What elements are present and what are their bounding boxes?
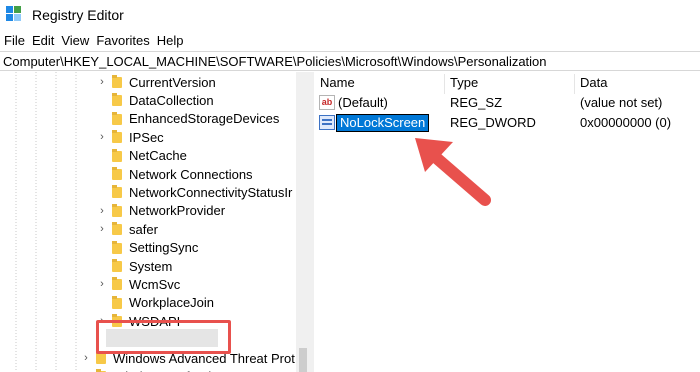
chevron-right-icon[interactable]: › <box>97 220 107 238</box>
menu-bar: File Edit View Favorites Help <box>0 30 191 50</box>
tree-item-label: safer <box>129 221 158 237</box>
value-name: (Default) <box>338 95 388 110</box>
tree-item-label: Network Connections <box>129 166 253 182</box>
tree-item[interactable]: System <box>0 257 308 275</box>
tree-item[interactable]: › safer <box>0 220 308 238</box>
column-data[interactable]: Data <box>580 75 607 93</box>
title-bar: Registry Editor <box>0 0 700 30</box>
folder-icon <box>112 167 122 180</box>
values-list: Name Type Data ab (Default) REG_SZ (valu… <box>314 72 700 372</box>
highlight-box <box>96 320 231 354</box>
column-name[interactable]: Name <box>320 75 355 93</box>
menu-edit[interactable]: Edit <box>32 33 54 48</box>
folder-icon <box>112 295 122 309</box>
value-data: 0x00000000 (0) <box>580 115 672 130</box>
tree-item[interactable]: WorkplaceJoin <box>0 294 308 312</box>
tree-item[interactable]: › IPSec <box>0 128 308 146</box>
menu-help[interactable]: Help <box>157 33 184 48</box>
menu-view[interactable]: View <box>61 33 89 48</box>
tree-item[interactable]: NetCache <box>0 147 308 165</box>
tree-item[interactable]: › NetworkProvider <box>0 202 308 220</box>
chevron-right-icon[interactable]: › <box>81 367 91 372</box>
folder-icon <box>112 185 122 199</box>
tree-item[interactable]: › CurrentVersion <box>0 73 308 91</box>
dword-value-icon <box>319 115 335 130</box>
tree-item-label: System <box>129 258 173 274</box>
column-divider[interactable] <box>444 74 445 94</box>
tree-item-label: NetworkConnectivityStatusIr <box>129 184 293 200</box>
tree-scrollbar-thumb[interactable] <box>299 348 307 372</box>
column-type[interactable]: Type <box>450 75 478 93</box>
tree-item-label: NetworkProvider <box>129 203 226 219</box>
tree-item[interactable]: ›Windows Defender <box>0 367 308 372</box>
tree-item-label: WorkplaceJoin <box>129 295 215 311</box>
window-title: Registry Editor <box>32 7 124 23</box>
chevron-right-icon[interactable]: › <box>97 73 107 91</box>
value-data: (value not set) <box>580 95 663 110</box>
folder-icon <box>112 222 122 236</box>
chevron-right-icon[interactable]: › <box>97 128 107 146</box>
tree-item[interactable]: NetworkConnectivityStatusIr <box>0 183 308 201</box>
address-bar[interactable]: Computer\HKEY_LOCAL_MACHINE\SOFTWARE\Pol… <box>0 51 700 71</box>
tree-item-label: CurrentVersion <box>129 74 216 90</box>
tree-item[interactable]: DataCollection <box>0 91 308 109</box>
tree-item-label: EnhancedStorageDevices <box>129 111 280 127</box>
value-row-default[interactable]: ab (Default) REG_SZ (value not set) <box>314 94 700 112</box>
folder-icon <box>112 203 122 217</box>
folder-icon <box>112 93 122 107</box>
column-divider[interactable] <box>574 74 575 94</box>
tree-item-label: NetCache <box>129 148 187 164</box>
chevron-right-icon[interactable]: › <box>97 275 107 293</box>
folder-icon <box>112 259 122 272</box>
folder-icon <box>112 75 122 88</box>
address-path: Computer\HKEY_LOCAL_MACHINE\SOFTWARE\Pol… <box>3 53 547 69</box>
tree-item-label: IPSec <box>129 129 164 145</box>
tree-scrollbar[interactable] <box>296 72 310 372</box>
tree-item[interactable]: Network Connections <box>0 165 308 183</box>
tree-item-label: SettingSync <box>129 240 199 256</box>
string-value-icon: ab <box>319 95 335 110</box>
value-type: REG_SZ <box>450 95 503 110</box>
registry-editor-icon <box>6 6 24 24</box>
folder-icon <box>112 111 122 125</box>
menu-favorites[interactable]: Favorites <box>96 33 149 48</box>
tree-item-label: DataCollection <box>129 92 214 108</box>
tree-item[interactable]: › WcmSvc <box>0 275 308 293</box>
annotation-arrow <box>415 138 491 206</box>
folder-icon <box>112 240 122 254</box>
tree-item-label: WcmSvc <box>129 276 181 292</box>
folder-icon <box>112 277 122 291</box>
menu-file[interactable]: File <box>4 33 25 48</box>
folder-icon <box>112 130 122 144</box>
folder-icon <box>112 148 122 162</box>
chevron-right-icon[interactable]: › <box>81 349 91 367</box>
tree-item[interactable]: EnhancedStorageDevices <box>0 110 308 128</box>
tree-item[interactable]: SettingSync <box>0 239 308 257</box>
chevron-right-icon[interactable]: › <box>97 202 107 220</box>
